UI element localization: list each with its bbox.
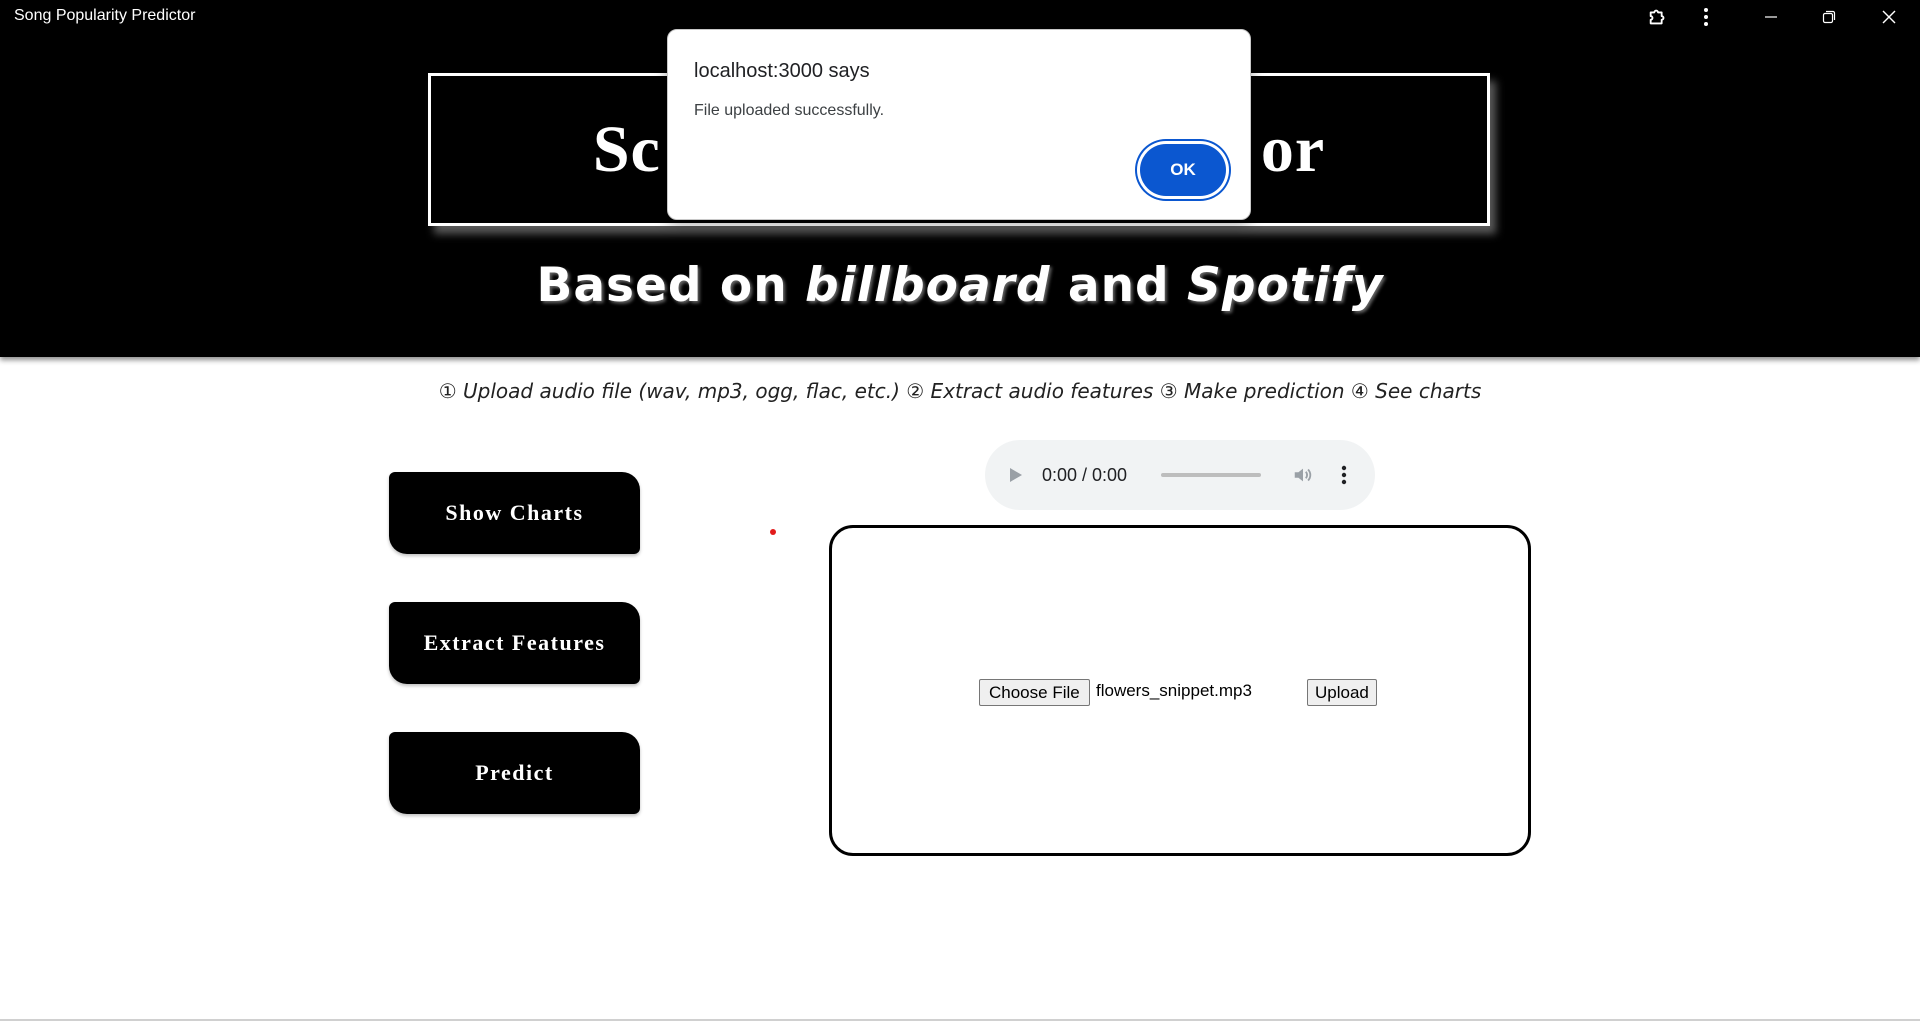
puzzle-icon <box>1649 9 1665 24</box>
choose-file-button[interactable]: Choose File <box>979 679 1090 706</box>
subtitle-spotify: Spotify <box>1187 258 1384 313</box>
volume-icon <box>1294 468 1311 482</box>
cursor-dot <box>770 529 776 535</box>
audio-time: 0:00 / 0:00 <box>1041 464 1128 485</box>
show-charts-button[interactable]: Show Charts <box>389 472 640 554</box>
app-window: Song Popularity Predictor Sc or Based on… <box>0 0 1920 1021</box>
minimize-button[interactable] <box>1748 0 1794 33</box>
dialog-ok-button[interactable]: OK <box>1140 144 1226 196</box>
subtitle-billboard: billboard <box>805 258 1051 313</box>
play-button[interactable] <box>1005 463 1028 487</box>
volume-button[interactable] <box>1291 463 1314 487</box>
minimize-icon <box>1765 15 1777 18</box>
selected-file-name: flowers_snippet.mp3 <box>1096 681 1252 700</box>
subtitle-text-1: Based on <box>536 258 806 313</box>
audio-more-button[interactable] <box>1332 463 1355 487</box>
page-title-right: or <box>1260 112 1326 186</box>
window-title: Song Popularity Predictor <box>14 7 196 24</box>
audio-player: 0:00 / 0:00 <box>985 440 1375 510</box>
hero-subtitle: Based on billboard and Spotify <box>0 258 1920 313</box>
close-icon <box>1882 10 1896 23</box>
audio-progress-track[interactable] <box>1161 473 1262 477</box>
dialog-message: File uploaded successfully. <box>694 102 885 119</box>
dialog-title: localhost:3000 says <box>694 60 870 82</box>
subtitle-text-2: and <box>1050 258 1188 313</box>
restore-icon <box>1822 10 1836 23</box>
predict-button[interactable]: Predict <box>389 732 640 814</box>
restore-button[interactable] <box>1806 0 1852 33</box>
close-button[interactable] <box>1866 0 1912 33</box>
extensions-button[interactable] <box>1640 0 1676 33</box>
page-title-left: Sc <box>592 112 661 186</box>
menu-button[interactable] <box>1690 0 1722 33</box>
extract-features-button[interactable]: Extract Features <box>389 602 640 684</box>
steps-instructions: ① Upload audio file (wav, mp3, ogg, flac… <box>438 379 1482 403</box>
kebab-menu-icon <box>1704 7 1708 26</box>
more-options-icon <box>1341 465 1346 485</box>
alert-dialog: localhost:3000 says File uploaded succes… <box>667 29 1251 220</box>
play-icon <box>1010 468 1023 482</box>
upload-button[interactable]: Upload <box>1307 679 1377 706</box>
